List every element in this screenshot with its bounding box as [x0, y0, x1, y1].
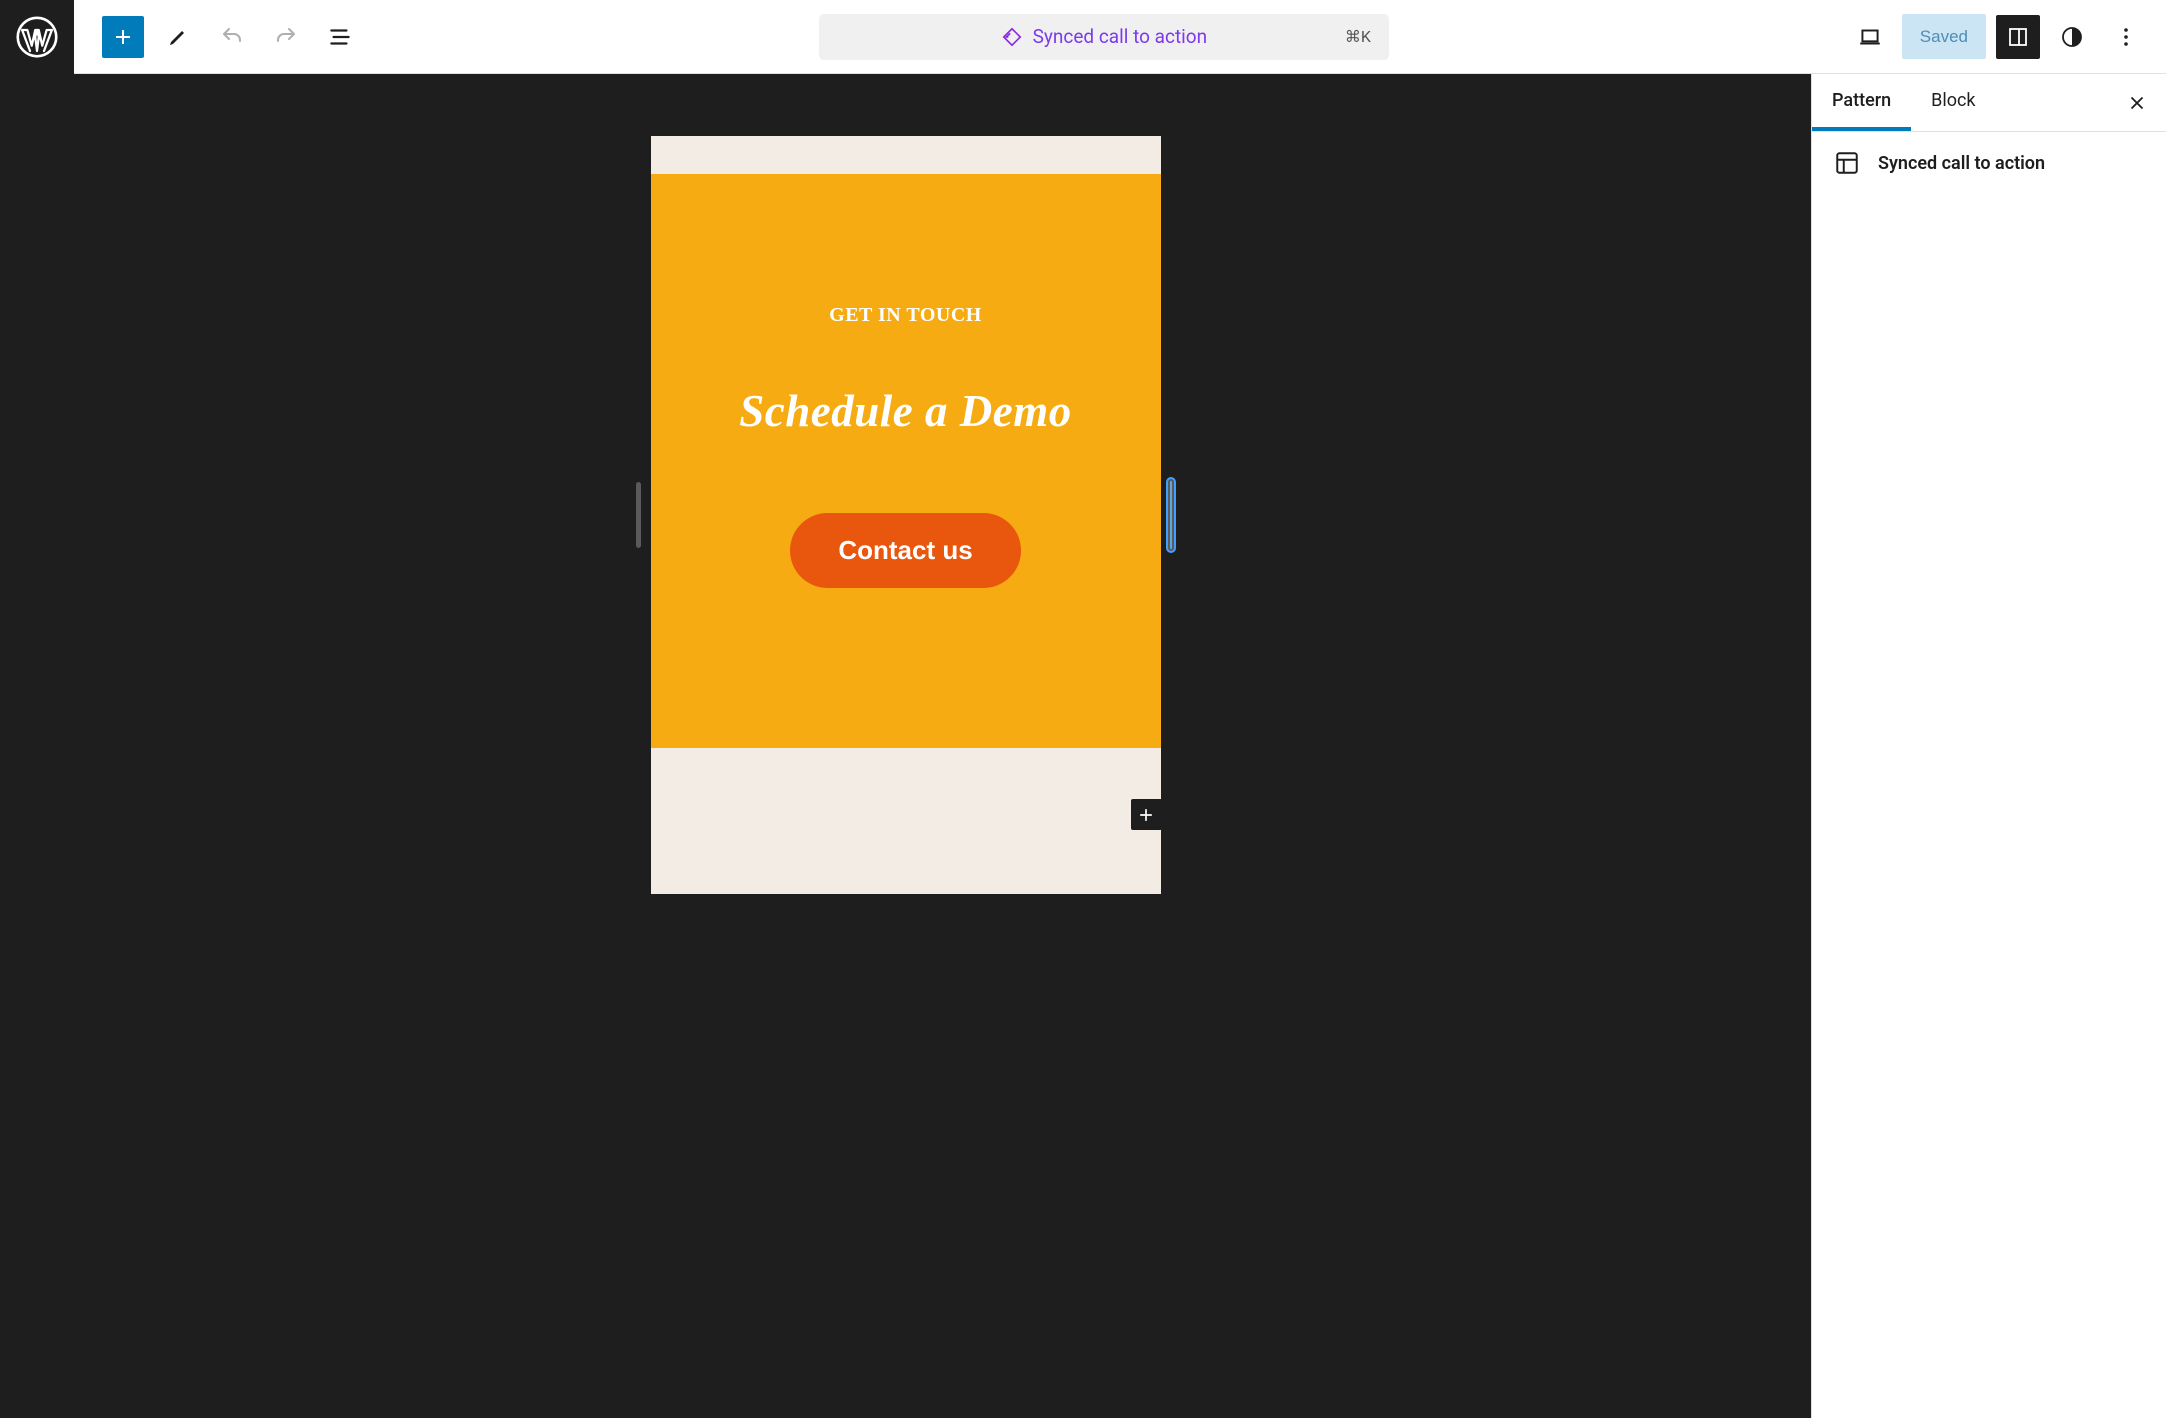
- cta-headline[interactable]: Schedule a Demo: [739, 385, 1071, 437]
- plus-icon: [1136, 805, 1156, 825]
- tab-pattern[interactable]: Pattern: [1812, 74, 1911, 131]
- undo-icon: [220, 25, 244, 49]
- cta-eyebrow[interactable]: GET IN TOUCH: [829, 304, 982, 327]
- undo-button[interactable]: [212, 17, 252, 57]
- wordpress-icon: [16, 16, 58, 58]
- settings-sidebar: Pattern Block Synced call to action: [1811, 74, 2166, 1418]
- dots-vertical-icon: [2114, 25, 2138, 49]
- command-shortcut: ⌘K: [1345, 27, 1371, 46]
- redo-button[interactable]: [266, 17, 306, 57]
- editor-canvas[interactable]: GET IN TOUCH Schedule a Demo Contact us: [0, 74, 1811, 1418]
- styles-button[interactable]: [2050, 15, 2094, 59]
- view-device-button[interactable]: [1848, 15, 1892, 59]
- add-block-button[interactable]: [102, 16, 144, 58]
- add-block-inline-button[interactable]: [1131, 799, 1162, 830]
- settings-sidebar-toggle[interactable]: [1996, 15, 2040, 59]
- saved-button[interactable]: Saved: [1902, 14, 1986, 59]
- cta-contact-button[interactable]: Contact us: [790, 513, 1020, 588]
- laptop-icon: [1857, 24, 1883, 50]
- layout-icon: [1834, 150, 1860, 176]
- sidebar-panel-icon: [2006, 25, 2030, 49]
- edit-tools-button[interactable]: [158, 17, 198, 57]
- cta-block[interactable]: GET IN TOUCH Schedule a Demo Contact us: [651, 174, 1161, 748]
- top-toolbar: Synced call to action ⌘K Saved: [0, 0, 2166, 74]
- list-stagger-icon: [327, 24, 353, 50]
- wordpress-logo[interactable]: [0, 0, 74, 74]
- pencil-icon: [166, 25, 190, 49]
- document-overview-button[interactable]: [320, 17, 360, 57]
- tab-block[interactable]: Block: [1911, 74, 1995, 131]
- synced-pattern-icon: [1001, 26, 1023, 48]
- contrast-icon: [2060, 25, 2084, 49]
- more-options-button[interactable]: [2104, 15, 2148, 59]
- sidebar-tabs: Pattern Block: [1812, 74, 2166, 132]
- resize-handle-left[interactable]: [636, 482, 641, 548]
- close-sidebar-button[interactable]: [2120, 86, 2154, 120]
- pattern-frame[interactable]: GET IN TOUCH Schedule a Demo Contact us: [651, 136, 1161, 894]
- close-icon: [2126, 92, 2148, 114]
- document-title: Synced call to action: [1033, 25, 1207, 48]
- resize-handle-right[interactable]: [1166, 477, 1176, 553]
- plus-icon: [111, 25, 135, 49]
- pattern-card[interactable]: Synced call to action: [1812, 132, 2166, 194]
- document-title-bar[interactable]: Synced call to action ⌘K: [819, 14, 1389, 60]
- redo-icon: [274, 25, 298, 49]
- pattern-title: Synced call to action: [1878, 153, 2045, 174]
